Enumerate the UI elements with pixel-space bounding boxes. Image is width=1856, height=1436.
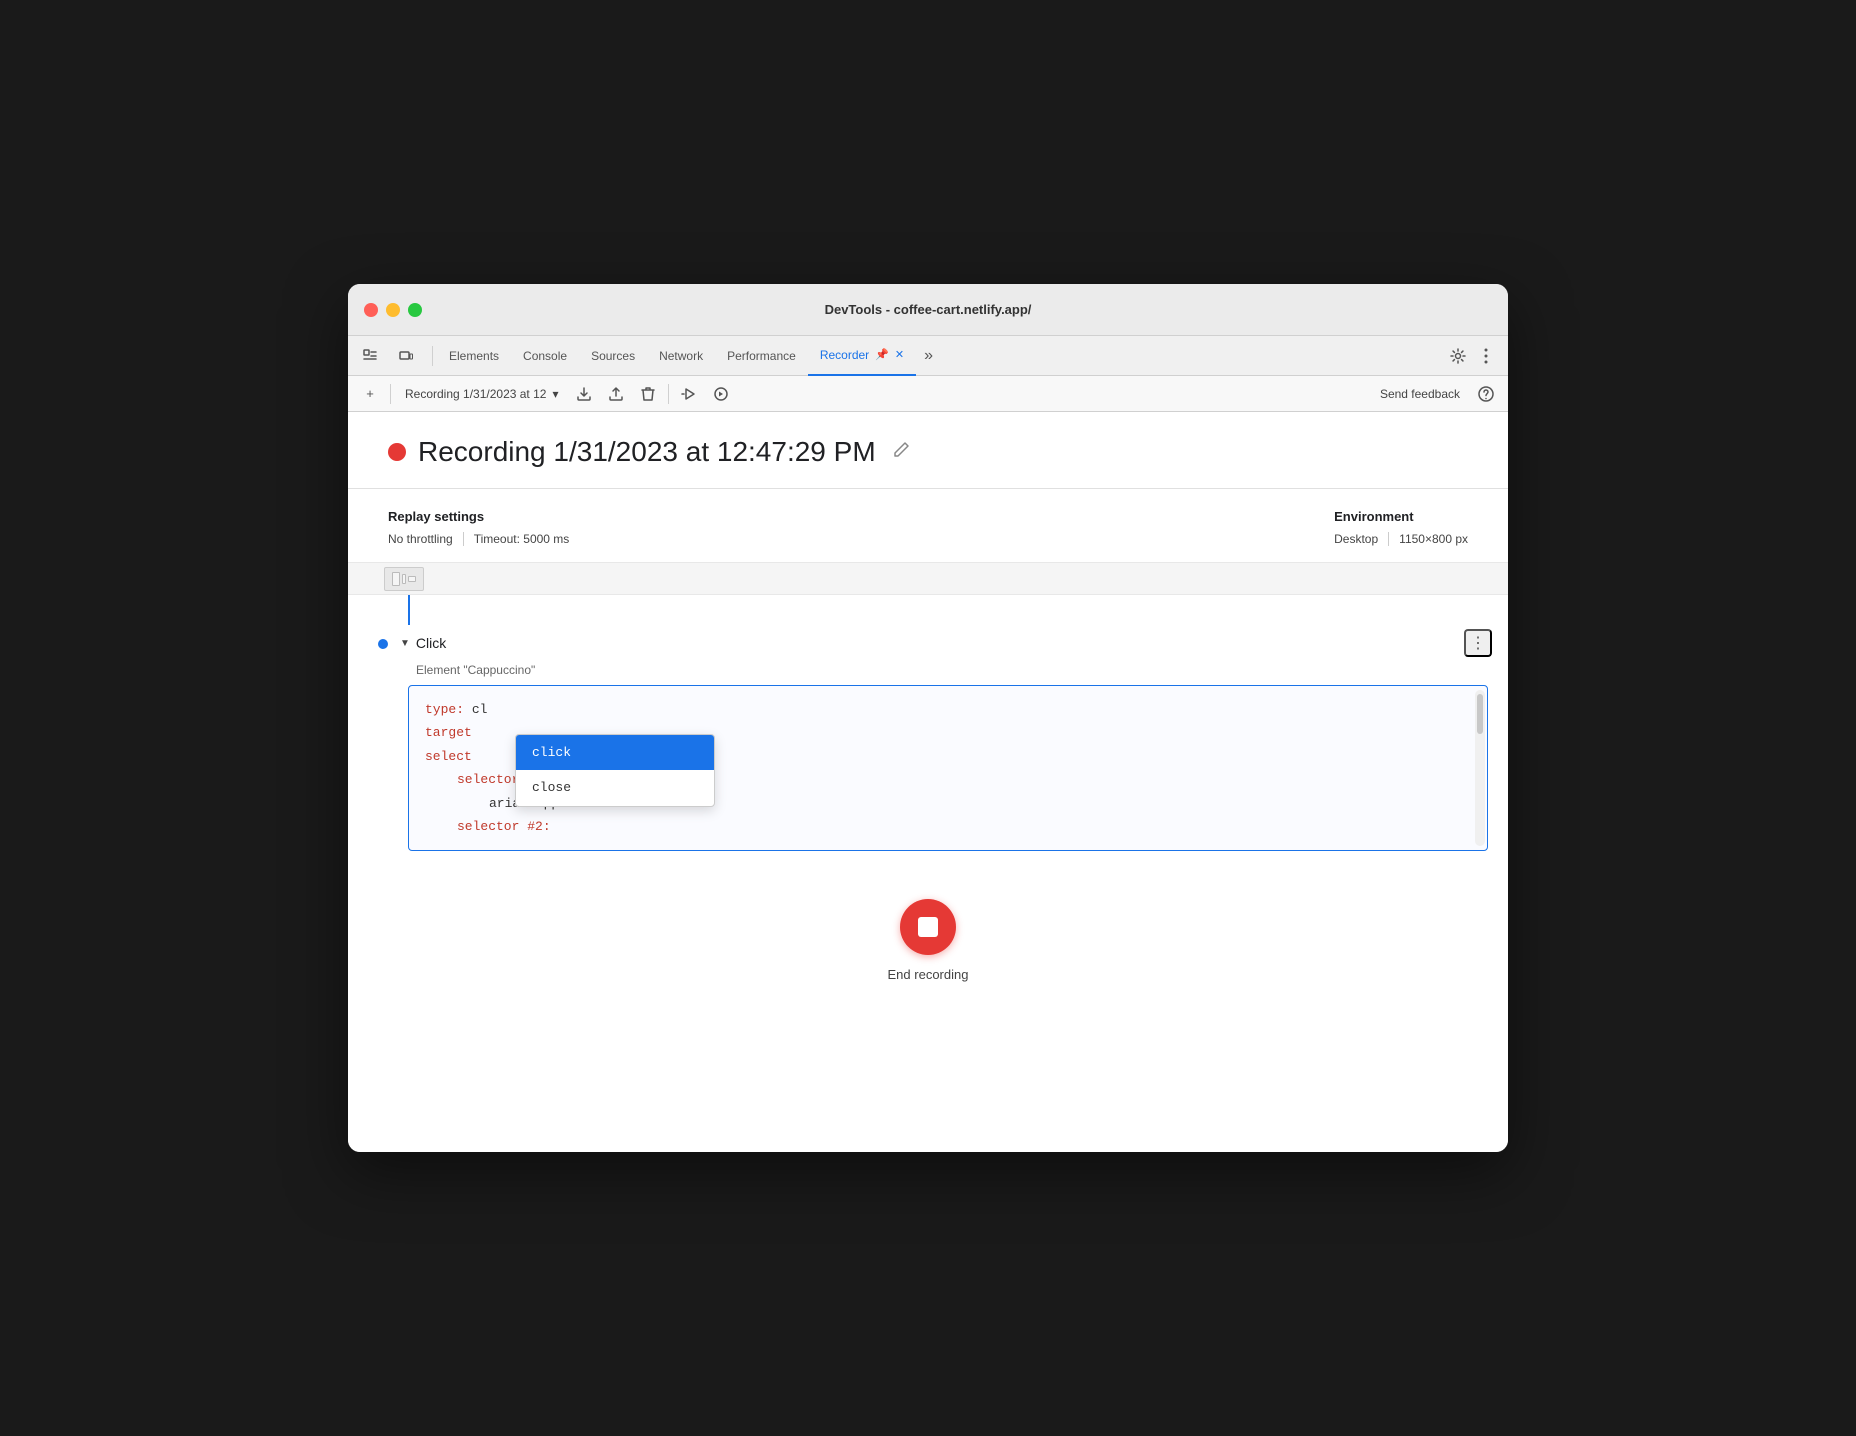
- tab-divider-1: [432, 346, 433, 366]
- thumbnail-1: [384, 567, 424, 591]
- more-tabs-button[interactable]: »: [916, 347, 941, 365]
- autocomplete-item-click[interactable]: click: [516, 735, 714, 770]
- thumbnail-strip: [348, 563, 1508, 595]
- recording-header: Recording 1/31/2023 at 12:47:29 PM: [348, 412, 1508, 489]
- devtools-window: DevTools - coffee-cart.netlify.app/ Elem…: [348, 284, 1508, 1152]
- more-options-icon[interactable]: [1472, 342, 1500, 370]
- toolbar-divider-2: [668, 384, 669, 404]
- step-expand-arrow: ▼: [400, 638, 410, 649]
- tab-elements[interactable]: Elements: [437, 336, 511, 376]
- end-recording-button[interactable]: [900, 899, 956, 955]
- maximize-button[interactable]: [408, 303, 422, 317]
- inspector-icon[interactable]: [356, 342, 384, 370]
- device-toggle-icon[interactable]: [392, 342, 420, 370]
- tab-console[interactable]: Console: [511, 336, 579, 376]
- code-type-key: type:: [425, 702, 464, 717]
- step-indicator-dot: [378, 639, 388, 649]
- recorder-pin-icon: 📌: [875, 348, 889, 361]
- timeout-value: Timeout: 5000 ms: [474, 532, 570, 546]
- code-scrollbar-thumb: [1477, 694, 1483, 734]
- device-value: Desktop: [1334, 532, 1378, 546]
- tab-bar: Elements Console Sources Network Perform…: [348, 336, 1508, 376]
- traffic-lights: [364, 303, 422, 317]
- environment-group: Environment Desktop 1150×800 px: [1334, 509, 1468, 546]
- environment-heading: Environment: [1334, 509, 1468, 524]
- main-content: Recording 1/31/2023 at 12:47:29 PM Repla…: [348, 412, 1508, 1152]
- code-selectors-key: select: [425, 749, 472, 764]
- step-element-detail: Element "Cappuccino": [416, 663, 1508, 677]
- throttling-value: No throttling: [388, 532, 453, 546]
- window-title: DevTools - coffee-cart.netlify.app/: [825, 302, 1032, 317]
- code-selector2-line: selector #2:: [425, 815, 1471, 838]
- code-selector2-key: selector #2:: [457, 819, 551, 834]
- step-menu-button[interactable]: ⋮: [1464, 629, 1492, 657]
- step-connector-line: [408, 595, 410, 625]
- toolbar-divider-1: [390, 384, 391, 404]
- replay-settings-heading: Replay settings: [388, 509, 569, 524]
- code-type-value: cl: [472, 702, 488, 717]
- code-editor: type: cl click close t: [408, 685, 1488, 851]
- replay-settings-section: Replay settings No throttling Timeout: 5…: [348, 489, 1508, 563]
- close-button[interactable]: [364, 303, 378, 317]
- tab-sources[interactable]: Sources: [579, 336, 647, 376]
- step-header[interactable]: ▼ Click: [400, 635, 446, 651]
- settings-value-divider: [463, 532, 464, 546]
- edit-title-icon[interactable]: [888, 437, 914, 468]
- tab-network[interactable]: Network: [647, 336, 715, 376]
- tab-recorder[interactable]: Recorder 📌 ✕: [808, 336, 916, 376]
- environment-values: Desktop 1150×800 px: [1334, 532, 1468, 546]
- step-replay-button[interactable]: [707, 380, 735, 408]
- code-target-key: target: [425, 725, 472, 740]
- settings-icon[interactable]: [1444, 342, 1472, 370]
- add-recording-button[interactable]: +: [356, 380, 384, 408]
- tab-controls: [356, 342, 420, 370]
- tab-performance[interactable]: Performance: [715, 336, 808, 376]
- recording-title: Recording 1/31/2023 at 12:47:29 PM: [418, 436, 876, 468]
- recording-selector-dropdown[interactable]: Recording 1/31/2023 at 12 ▾: [397, 380, 566, 408]
- step-name: Click: [416, 635, 446, 651]
- minimize-button[interactable]: [386, 303, 400, 317]
- autocomplete-item-close[interactable]: close: [516, 770, 714, 805]
- end-recording-label: End recording: [888, 967, 969, 982]
- autocomplete-dropdown: click close: [515, 734, 715, 807]
- title-bar: DevTools - coffee-cart.netlify.app/: [348, 284, 1508, 336]
- recording-status-dot: [388, 443, 406, 461]
- env-value-divider: [1388, 532, 1389, 546]
- delete-button[interactable]: [634, 380, 662, 408]
- recorder-toolbar: + Recording 1/31/2023 at 12 ▾: [348, 376, 1508, 412]
- viewport-value: 1150×800 px: [1399, 532, 1468, 546]
- code-type-line: type: cl click close: [425, 698, 1471, 721]
- chevron-down-icon: ▾: [552, 387, 558, 401]
- export-button[interactable]: [570, 380, 598, 408]
- send-feedback-button[interactable]: Send feedback: [1372, 383, 1468, 405]
- end-recording-section: End recording: [348, 859, 1508, 1012]
- import-button[interactable]: [602, 380, 630, 408]
- code-scrollbar-track[interactable]: [1475, 690, 1485, 846]
- replay-button[interactable]: [675, 380, 703, 408]
- replay-settings-group: Replay settings No throttling Timeout: 5…: [388, 509, 569, 546]
- stop-icon: [918, 917, 938, 937]
- recorder-close-icon[interactable]: ✕: [895, 348, 904, 361]
- help-button[interactable]: [1472, 380, 1500, 408]
- replay-settings-values: No throttling Timeout: 5000 ms: [388, 532, 569, 546]
